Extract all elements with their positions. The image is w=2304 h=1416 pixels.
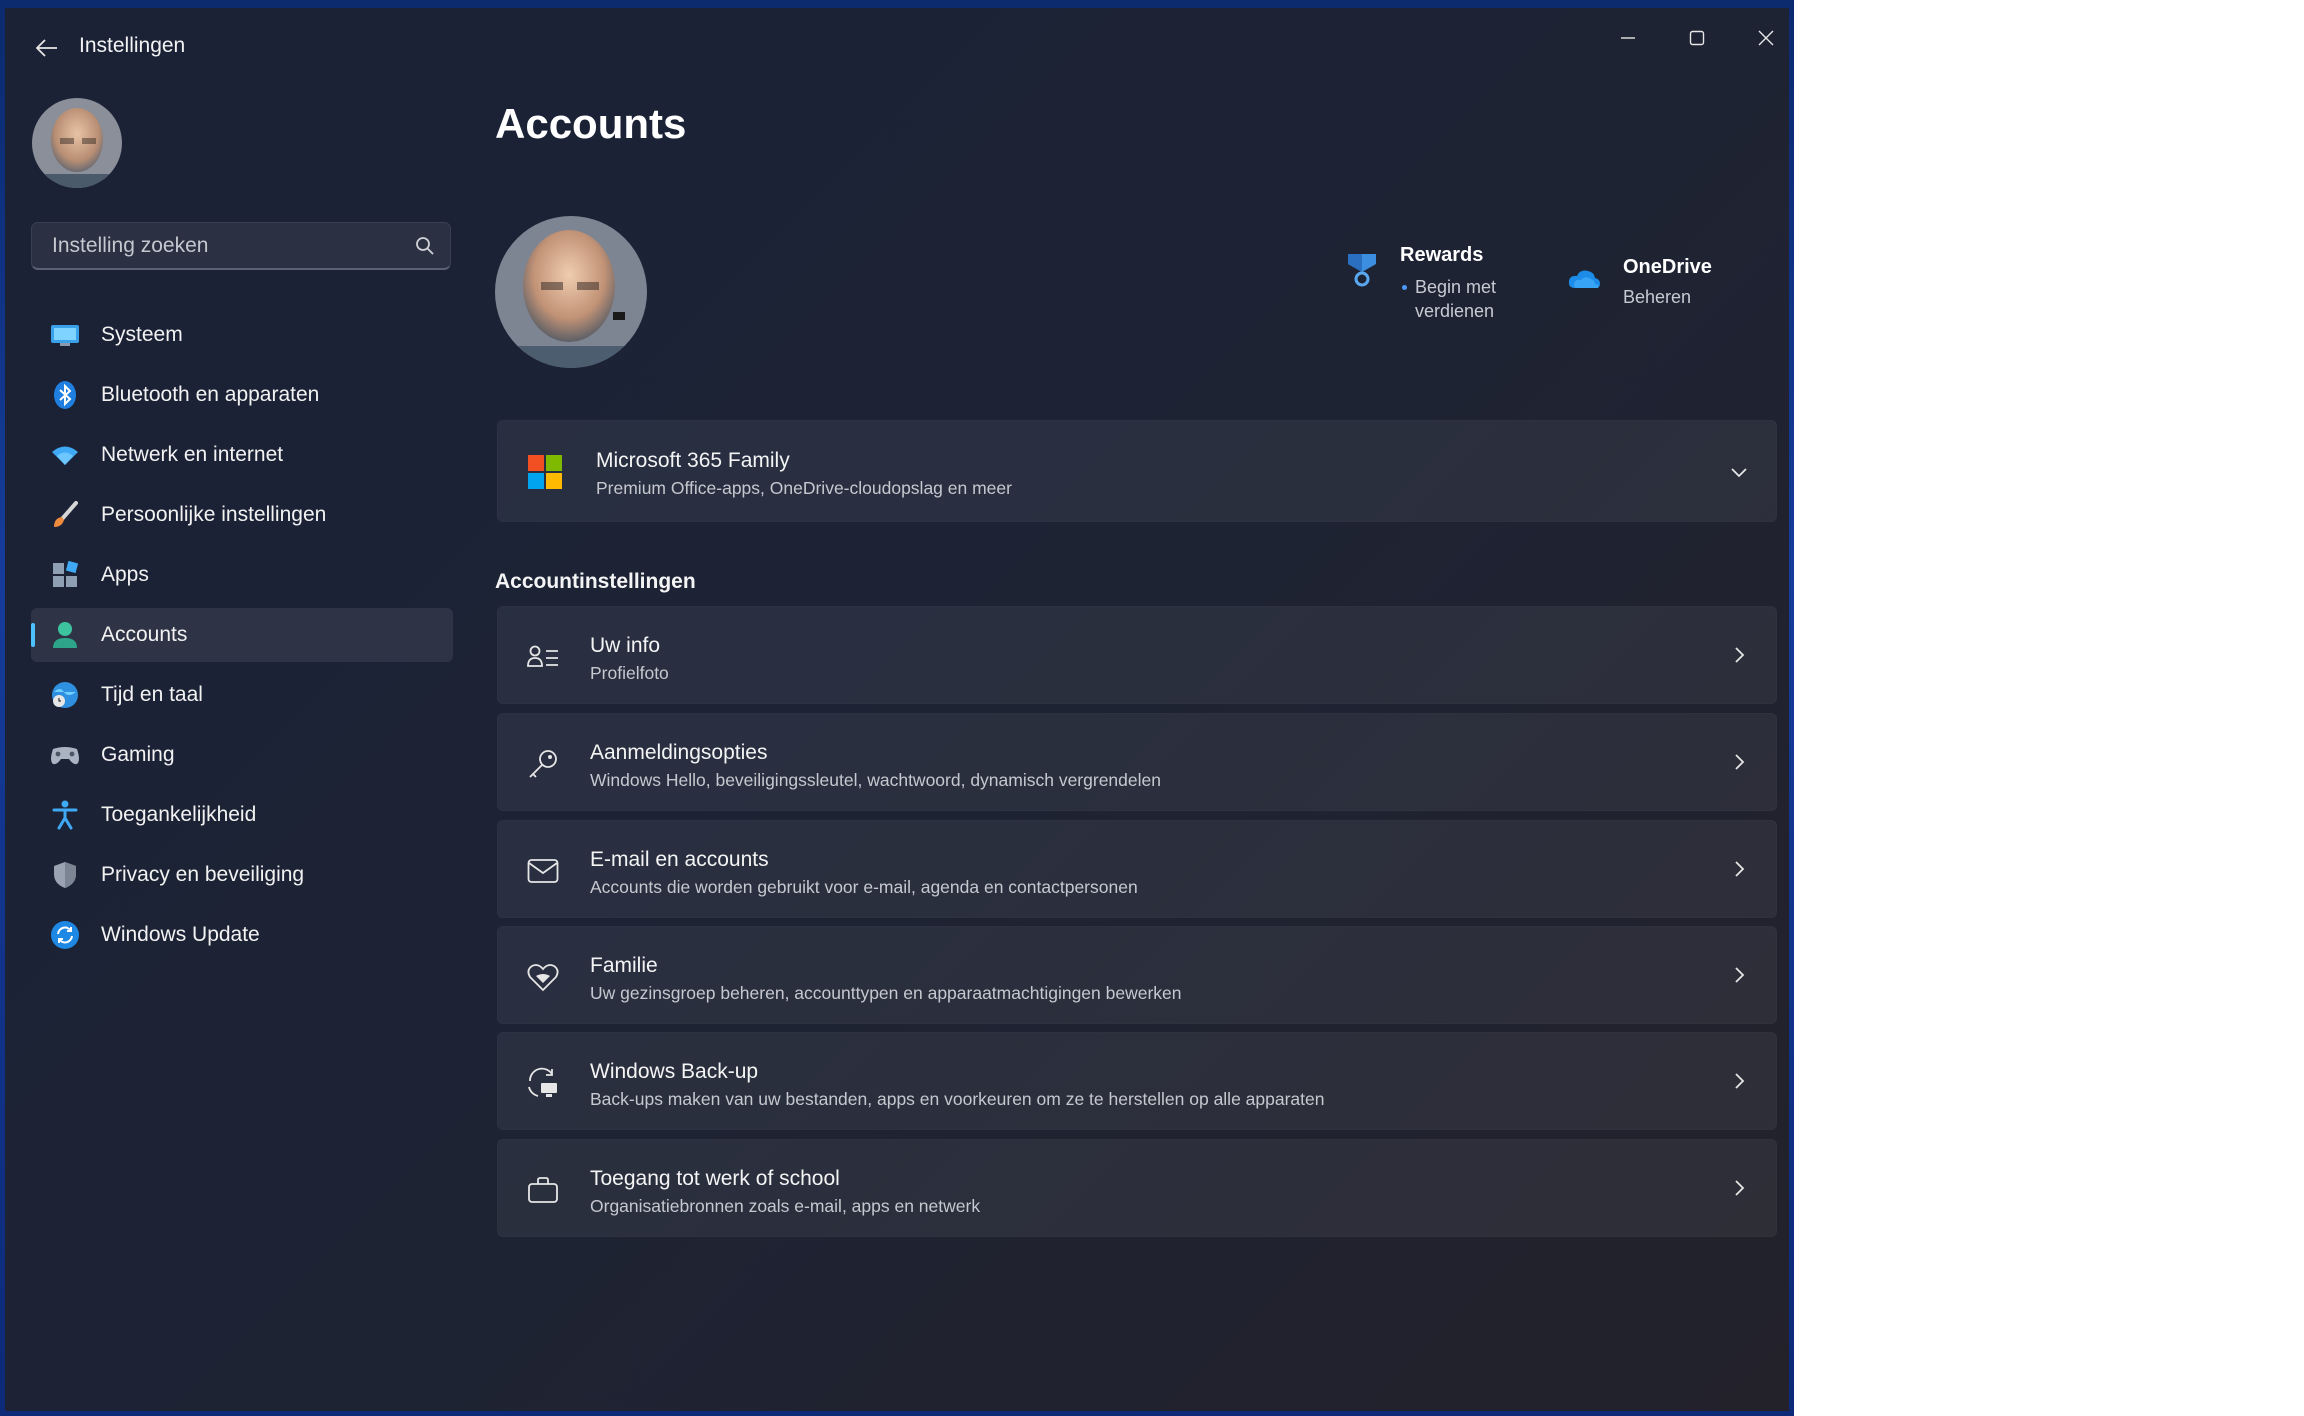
onedrive-subtitle: Beheren — [1623, 287, 1692, 307]
onedrive-widget[interactable]: OneDrive Beheren — [1567, 250, 1747, 320]
chevron-right-icon — [1735, 1180, 1745, 1196]
page-title: Accounts — [495, 100, 687, 147]
chevron-down-icon[interactable] — [1728, 461, 1750, 483]
sidebar-nav: Systeem Bluetooth en apparaten Netwerk e… — [31, 308, 453, 968]
onedrive-title: OneDrive — [1623, 256, 1712, 278]
card-subtitle: Profielfoto — [590, 663, 669, 683]
close-button[interactable] — [1733, 14, 1789, 62]
sidebar-item-gaming[interactable]: Gaming — [31, 728, 453, 782]
card-subtitle: Accounts die worden gebruikt voor e-mail… — [590, 877, 1138, 897]
subscription-title: Microsoft 365 Family — [596, 449, 790, 472]
sidebar-item-label: Tijd en taal — [101, 683, 203, 706]
title-bar: Instellingen — [5, 8, 1789, 82]
sidebar-item-label: Windows Update — [101, 923, 260, 946]
card-title: Toegang tot werk of school — [590, 1167, 840, 1190]
chevron-right-icon — [1735, 647, 1745, 663]
card-uw-info[interactable]: Uw info Profielfoto — [497, 606, 1777, 704]
chevron-right-icon — [1735, 967, 1745, 983]
sidebar-item-windows-update[interactable]: Windows Update — [31, 908, 453, 962]
paintbrush-icon — [49, 499, 81, 531]
sidebar-item-label: Privacy en beveiliging — [101, 863, 305, 886]
sidebar-item-tijd[interactable]: Tijd en taal — [31, 668, 453, 722]
rewards-title: Rewards — [1400, 244, 1484, 266]
sidebar-item-label: Systeem — [101, 323, 183, 346]
briefcase-icon — [526, 1173, 560, 1207]
search-icon[interactable] — [414, 235, 436, 257]
card-aanmeldingsopties[interactable]: Aanmeldingsopties Windows Hello, beveili… — [497, 713, 1777, 811]
sidebar-item-label: Apps — [101, 563, 149, 586]
card-toegang-werk-school[interactable]: Toegang tot werk of school Organisatiebr… — [497, 1139, 1777, 1237]
search-input[interactable] — [32, 223, 392, 268]
person-icon — [49, 619, 81, 651]
profile-avatar[interactable] — [495, 216, 647, 368]
subscription-subtitle: Premium Office-apps, OneDrive-cloudopsla… — [596, 478, 1012, 498]
close-icon — [1758, 30, 1774, 46]
card-subtitle: Uw gezinsgroep beheren, accounttypen en … — [590, 983, 1182, 1003]
settings-window: Instellingen Systeem B — [5, 8, 1789, 1411]
rewards-medal-icon — [1348, 254, 1376, 287]
card-title: Windows Back-up — [590, 1060, 759, 1083]
card-windows-back-up[interactable]: Windows Back-up Back-ups maken van uw be… — [497, 1032, 1777, 1130]
sidebar-item-bluetooth[interactable]: Bluetooth en apparaten — [31, 368, 453, 422]
globe-clock-icon — [49, 679, 81, 711]
sidebar-item-toegankelijkheid[interactable]: Toegankelijkheid — [31, 788, 453, 842]
back-arrow-icon — [36, 39, 57, 57]
card-subtitle: Organisatiebronnen zoals e-mail, apps en… — [590, 1196, 981, 1216]
apps-icon — [49, 559, 81, 591]
backup-icon — [526, 1066, 560, 1100]
chevron-right-icon — [1735, 861, 1745, 877]
accessibility-icon — [49, 799, 81, 831]
microsoft-365-card[interactable]: Microsoft 365 Family Premium Office-apps… — [497, 420, 1777, 522]
sidebar-item-label: Toegankelijkheid — [101, 803, 257, 826]
family-heart-icon — [526, 960, 560, 994]
rewards-subtitle: Begin met verdienen — [1415, 277, 1497, 321]
wifi-icon — [49, 439, 81, 471]
sidebar-item-label: Bluetooth en apparaten — [101, 383, 320, 406]
rewards-widget[interactable]: Rewards Begin met verdienen — [1345, 238, 1545, 328]
update-icon — [49, 919, 81, 951]
sidebar-item-label: Netwerk en internet — [101, 443, 284, 466]
sidebar-item-persoonlijk[interactable]: Persoonlijke instellingen — [31, 488, 453, 542]
chevron-right-icon — [1735, 754, 1745, 770]
sidebar-item-label: Accounts — [101, 623, 188, 646]
gamepad-icon — [49, 739, 81, 771]
app-title: Instellingen — [79, 34, 186, 57]
card-subtitle: Windows Hello, beveiligingssleutel, wach… — [590, 770, 1161, 790]
sidebar-item-netwerk[interactable]: Netwerk en internet — [31, 428, 453, 482]
sidebar-item-label: Gaming — [101, 743, 175, 766]
card-title: E-mail en accounts — [590, 848, 769, 871]
sidebar-item-accounts[interactable]: Accounts — [31, 608, 453, 662]
mail-icon — [526, 854, 560, 888]
minimize-button[interactable] — [1595, 14, 1661, 62]
section-title: Accountinstellingen — [495, 570, 696, 593]
minimize-icon — [1621, 37, 1635, 39]
card-email-en-accounts[interactable]: E-mail en accounts Accounts die worden g… — [497, 820, 1777, 918]
shield-icon — [49, 859, 81, 891]
contact-card-icon — [526, 640, 560, 674]
bullet-dot — [1402, 285, 1407, 290]
card-subtitle: Back-ups maken van uw bestanden, apps en… — [590, 1089, 1325, 1109]
card-title: Uw info — [590, 634, 661, 657]
sidebar-item-privacy[interactable]: Privacy en beveiliging — [31, 848, 453, 902]
card-familie[interactable]: Familie Uw gezinsgroep beheren, accountt… — [497, 926, 1777, 1024]
chevron-right-icon — [1735, 1073, 1745, 1089]
profile-photo-icon — [495, 216, 647, 368]
maximize-icon — [1689, 30, 1705, 46]
search-box[interactable] — [31, 222, 451, 270]
back-button[interactable] — [25, 30, 69, 66]
sidebar-item-apps[interactable]: Apps — [31, 548, 453, 602]
active-indicator — [31, 623, 35, 647]
bluetooth-icon — [49, 379, 81, 411]
card-title: Familie — [590, 954, 658, 977]
maximize-button[interactable] — [1664, 14, 1730, 62]
onedrive-cloud-icon — [1568, 270, 1600, 288]
display-icon — [49, 319, 81, 351]
microsoft-logo-icon — [528, 455, 562, 489]
profile-photo-icon — [32, 98, 122, 188]
sidebar-item-label: Persoonlijke instellingen — [101, 503, 327, 526]
key-icon — [526, 747, 560, 781]
card-title: Aanmeldingsopties — [590, 741, 768, 764]
sidebar-avatar[interactable] — [32, 98, 122, 188]
sidebar-item-systeem[interactable]: Systeem — [31, 308, 453, 362]
